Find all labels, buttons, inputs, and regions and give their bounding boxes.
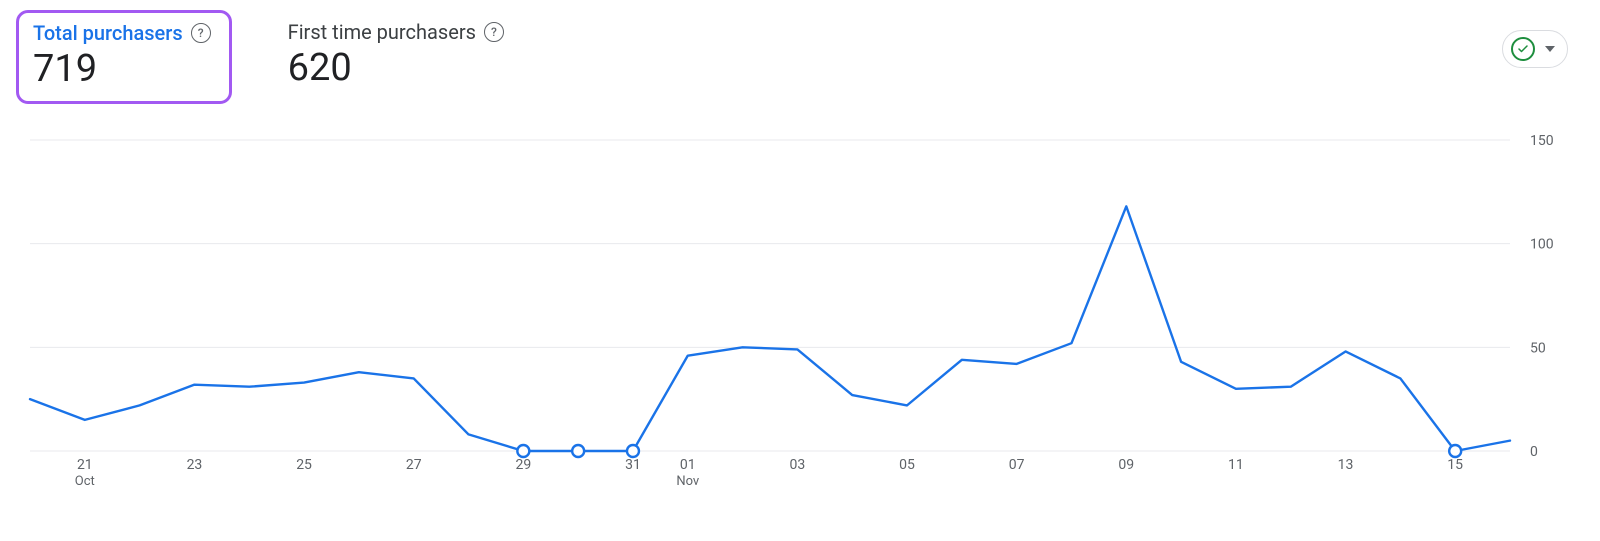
status-check-icon [1511, 37, 1535, 61]
svg-text:100: 100 [1530, 237, 1554, 253]
kpi-total-purchasers[interactable]: Total purchasers ? 719 [16, 10, 232, 104]
purchasers-line-chart: 05010015021Oct232527293101Nov03050709111… [20, 140, 1570, 491]
svg-text:50: 50 [1530, 340, 1546, 356]
help-icon[interactable]: ? [191, 23, 211, 43]
status-dropdown[interactable] [1502, 30, 1568, 68]
svg-text:Nov: Nov [676, 474, 700, 489]
kpi-first-time-purchasers[interactable]: First time purchasers ? 620 [272, 10, 524, 102]
help-icon[interactable]: ? [484, 22, 504, 42]
svg-text:25: 25 [296, 457, 312, 473]
chevron-down-icon [1545, 46, 1555, 52]
svg-text:11: 11 [1228, 457, 1244, 473]
kpi-total-label: Total purchasers [33, 21, 183, 45]
svg-text:13: 13 [1338, 457, 1354, 473]
svg-text:150: 150 [1530, 133, 1554, 149]
kpi-total-value: 719 [33, 47, 211, 91]
svg-text:23: 23 [187, 457, 203, 473]
svg-text:05: 05 [899, 457, 915, 473]
kpi-first-label: First time purchasers [288, 20, 476, 44]
svg-text:Oct: Oct [75, 474, 95, 489]
svg-text:31: 31 [625, 457, 641, 473]
svg-text:0: 0 [1530, 444, 1538, 460]
svg-text:03: 03 [790, 457, 806, 473]
svg-text:21: 21 [77, 457, 93, 473]
svg-text:29: 29 [515, 457, 531, 473]
svg-text:01: 01 [680, 457, 696, 473]
svg-text:15: 15 [1447, 457, 1463, 473]
svg-text:07: 07 [1009, 457, 1025, 473]
svg-text:27: 27 [406, 457, 422, 473]
kpi-first-value: 620 [288, 46, 504, 90]
svg-text:09: 09 [1118, 457, 1134, 473]
